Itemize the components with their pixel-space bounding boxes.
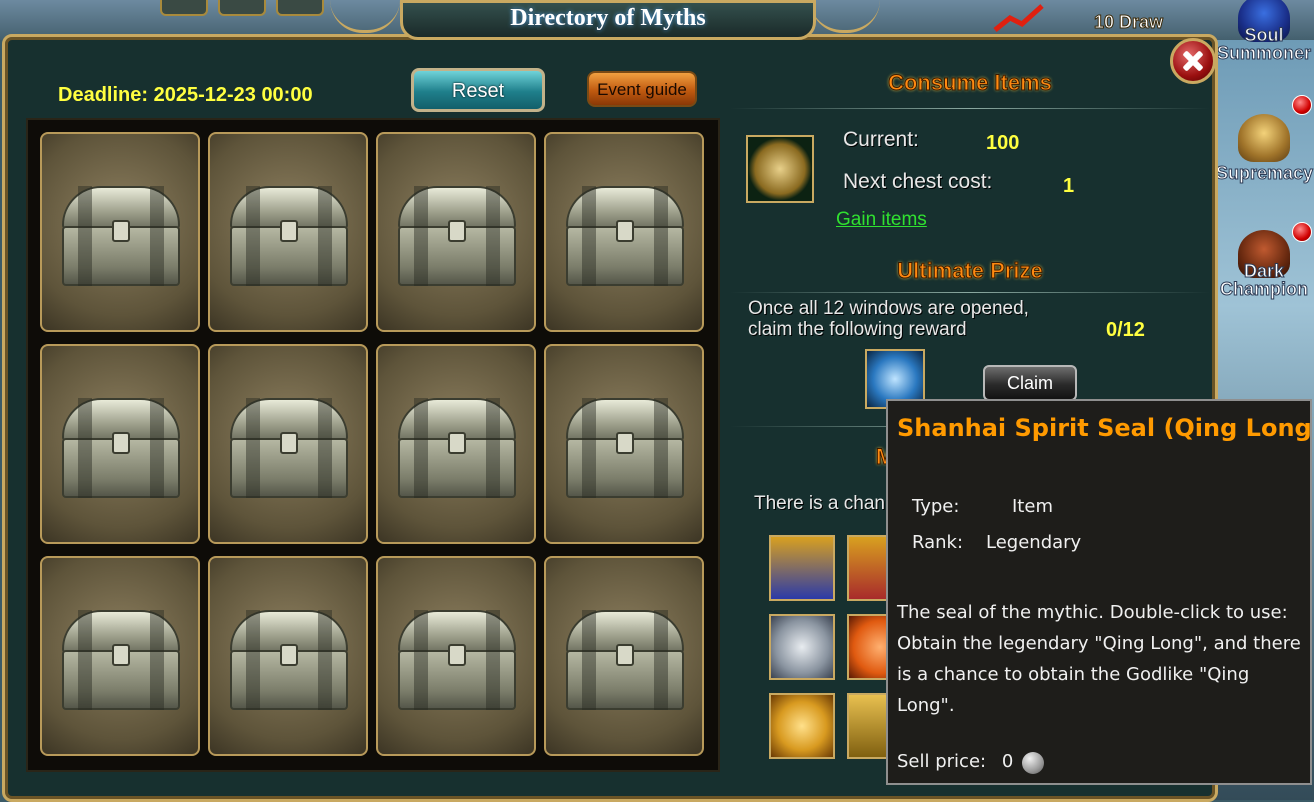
chest-window[interactable] [208, 132, 368, 332]
treasure-chest-blue-icon[interactable] [769, 535, 835, 601]
divider [730, 108, 1210, 109]
treasure-chest-icon [398, 398, 516, 498]
menu-icon-1[interactable] [160, 0, 208, 16]
side-item-label: Dark Champion [1220, 261, 1309, 299]
next-cost-value: 1 [1063, 175, 1075, 197]
treasure-chest-icon [398, 610, 516, 710]
window-title-banner: Directory of Myths [400, 0, 816, 40]
chest-window[interactable] [40, 556, 200, 756]
event-chart-icon[interactable] [990, 0, 1050, 36]
reset-button[interactable]: Reset [411, 68, 545, 112]
chest-window[interactable] [376, 132, 536, 332]
treasure-chest-icon [62, 186, 180, 286]
tooltip-sell-value: 0 [1001, 751, 1014, 772]
gain-items-link[interactable]: Gain items [836, 209, 927, 231]
chest-window[interactable] [40, 344, 200, 544]
next-cost-label: Next chest cost: [843, 170, 993, 193]
deadline-text: Deadline: 2025-12-23 00:00 [58, 84, 313, 106]
tooltip-type-label: Type: [912, 496, 960, 517]
ultimate-desc-line1: Once all 12 windows are opened, [748, 298, 1029, 319]
treasure-chest-icon [230, 610, 348, 710]
tooltip-sell-label: Sell price: [897, 751, 987, 772]
tooltip-type-value: Item [1012, 496, 1053, 517]
menu-icon-2[interactable] [218, 0, 266, 16]
rewards-desc: There is a chan [754, 493, 885, 514]
treasure-chest-icon [398, 186, 516, 286]
treasure-chest-icon [62, 398, 180, 498]
treasure-chest-icon [566, 186, 684, 286]
spirit-seal-icon[interactable] [746, 135, 814, 203]
tooltip-rank-value: Legendary [986, 532, 1082, 553]
chest-window[interactable] [40, 132, 200, 332]
tooltip-sell-row: Sell price: 0 [897, 751, 1013, 772]
treasure-chest-icon [566, 398, 684, 498]
item-tooltip: Shanhai Spirit Seal (Qing Long) Type: It… [886, 399, 1314, 785]
silver-coin-icon[interactable] [769, 614, 835, 680]
side-item-label: Soul Summoner [1216, 25, 1312, 63]
chest-window[interactable] [544, 556, 704, 756]
ultimate-progress: 0/12 [1106, 319, 1145, 341]
silver-coin-icon [1022, 752, 1044, 774]
chest-window[interactable] [376, 344, 536, 544]
gold-ring-icon[interactable] [769, 693, 835, 759]
consume-items-title: Consume Items [888, 70, 1053, 96]
window-title: Directory of Myths [510, 5, 706, 31]
tooltip-type-row: Type: Item [912, 496, 1053, 517]
side-item-supremacy[interactable]: Supremacy [1216, 112, 1314, 186]
side-item-soul-summoner[interactable]: Soul Summoner [1216, 0, 1312, 66]
chest-window[interactable] [544, 132, 704, 332]
supremacy-icon [1238, 114, 1290, 162]
notification-dot [1292, 95, 1312, 115]
tooltip-rank-label: Rank: [912, 532, 964, 553]
treasure-chest-icon [566, 610, 684, 710]
menu-icon-3[interactable] [276, 0, 324, 16]
treasure-chest-icon [230, 186, 348, 286]
chest-window[interactable] [544, 344, 704, 544]
treasure-chest-icon [62, 610, 180, 710]
chest-grid [26, 118, 720, 772]
current-value: 100 [986, 132, 1020, 154]
treasure-chest-icon [230, 398, 348, 498]
side-item-label: Supremacy [1216, 163, 1314, 183]
tooltip-rank-row: Rank: Legendary [912, 532, 1081, 553]
ultimate-prize-title: Ultimate Prize [897, 258, 1044, 284]
divider [730, 292, 1210, 293]
ultimate-desc-line2: claim the following reward [748, 319, 967, 340]
tooltip-description: The seal of the mythic. Double-click to … [897, 602, 1301, 716]
notification-dot [1292, 222, 1312, 242]
event-guide-button[interactable]: Event guide [587, 71, 697, 107]
claim-button[interactable]: Claim [983, 365, 1077, 401]
tooltip-title: Shanhai Spirit Seal (Qing Long) [897, 414, 1314, 442]
chest-window[interactable] [376, 556, 536, 756]
current-label: Current: [843, 128, 919, 151]
chest-window[interactable] [208, 344, 368, 544]
chest-window[interactable] [208, 556, 368, 756]
